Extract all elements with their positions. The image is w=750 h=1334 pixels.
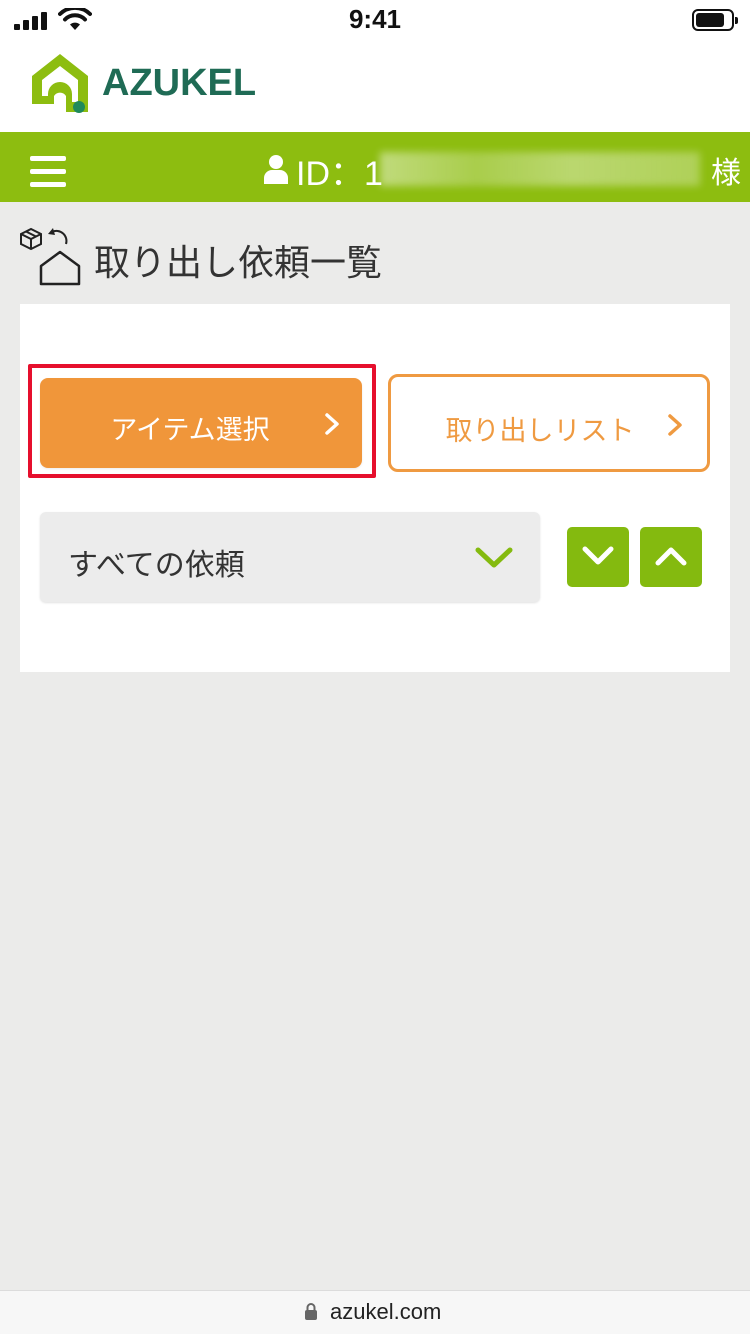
select-items-button[interactable]: アイテム選択 [40,378,362,468]
lock-icon [305,1303,317,1320]
chevron-down-icon [582,546,614,565]
menu-icon[interactable] [30,156,66,188]
select-items-label: アイテム選択 [110,415,270,446]
pickup-list-label: 取り出しリスト [445,416,635,447]
url-text[interactable]: azukel.com [330,1299,441,1325]
nav-bar: ID：1 様 [0,132,750,202]
azukel-logo-icon[interactable] [30,52,90,114]
status-time: 9:41 [348,4,402,34]
brand-header: AZUKEL [0,40,750,132]
status-bar: 9:41 [0,0,750,40]
page-title: 取り出し依頼一覧 [94,243,383,284]
page-heading: 取り出し依頼一覧 [18,222,518,288]
content-panel: アイテム選択 取り出しリスト すべての依頼 [20,304,730,672]
user-id-label: ID：1 [296,155,383,193]
brand-name[interactable]: AZUKEL [102,62,256,105]
pickup-request-icon [20,227,81,286]
sort-descending-button[interactable] [567,527,629,587]
chevron-down-icon [475,547,513,568]
request-filter-select[interactable]: すべての依頼 [40,512,540,602]
honorific-label: 様 [711,156,741,191]
pickup-list-button[interactable]: 取り出しリスト [388,374,710,472]
chevron-right-icon [668,414,682,436]
chevron-right-icon [325,413,339,435]
request-filter-value: すべての依頼 [68,548,245,583]
user-icon [264,155,288,184]
browser-url-bar[interactable]: azukel.com [0,1290,750,1334]
battery-icon [692,9,738,31]
chevron-up-icon [655,547,687,566]
sort-ascending-button[interactable] [640,527,702,587]
user-id-redacted [380,152,700,186]
